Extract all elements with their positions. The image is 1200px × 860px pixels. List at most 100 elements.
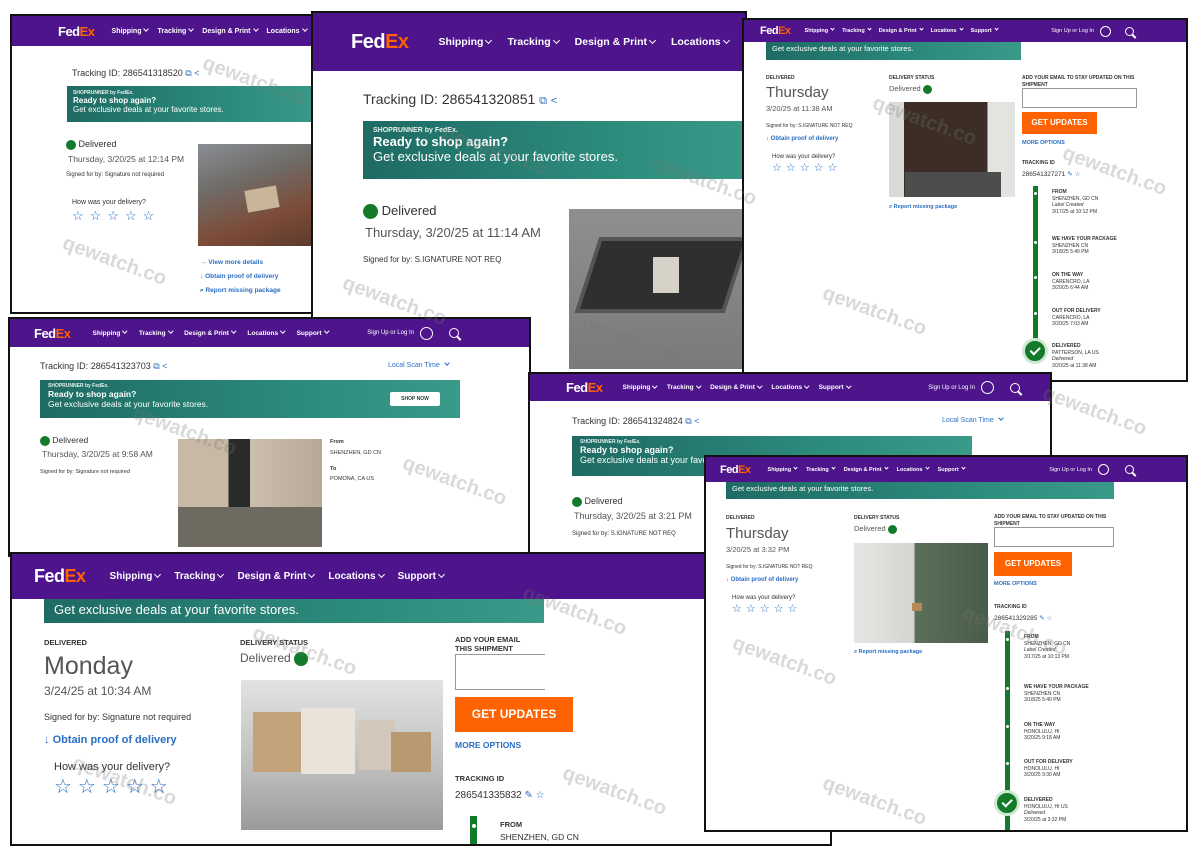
search-icon[interactable] [1010,382,1020,393]
star-icon[interactable]: ☆ [536,790,545,801]
rating-stars[interactable]: ☆☆☆☆☆ [772,161,841,174]
shoprunner-banner[interactable]: SHOPRUNNER by FedEx. Ready to shop again… [40,380,460,418]
delivery-photo[interactable] [178,439,322,547]
share-icon[interactable]: < [162,361,167,371]
copy-icon[interactable]: ⧉ [539,95,547,107]
copy-icon[interactable]: ⧉ [185,68,191,78]
local-scan-time-toggle[interactable]: Local Scan Time [942,415,1004,424]
nav-locations[interactable]: Locations [267,25,308,35]
fedex-logo[interactable]: FedEx [34,326,71,341]
more-options-link[interactable]: MORE OPTIONS [1022,140,1065,146]
nav-support[interactable]: Support [297,328,329,337]
rating-stars[interactable]: ☆☆☆☆☆ [732,602,801,615]
nav-shipping[interactable]: Shipping [110,570,162,582]
sign-in-link[interactable]: Sign Up or Log In [1051,28,1094,34]
shoprunner-banner[interactable]: SHOPRUNNER by FedEx. Ready to shop again… [363,121,745,179]
obtain-pod-link[interactable]: ↓ Obtain proof of delivery [44,734,177,746]
fedex-logo[interactable]: FedEx [720,464,751,476]
share-icon[interactable]: < [194,68,199,78]
nav-design-print[interactable]: Design & Print [710,382,763,391]
email-input[interactable] [994,527,1114,547]
nav-tracking[interactable]: Tracking [174,570,225,582]
nav-tracking[interactable]: Tracking [157,25,195,35]
delivery-photo[interactable] [241,680,443,830]
nav-tracking[interactable]: Tracking [139,328,173,337]
fedex-logo[interactable]: FedEx [760,25,791,37]
report-missing-link[interactable]: ⌕ Report missing package [854,649,922,656]
get-updates-button[interactable]: GET UPDATES [1022,112,1097,134]
nav-locations[interactable]: Locations [931,26,964,34]
nav-support[interactable]: Support [819,382,851,391]
nav-shipping[interactable]: Shipping [623,382,658,391]
report-missing-link[interactable]: ⌕ Report missing package [200,287,281,295]
edit-icon[interactable]: ✎ [1067,171,1072,178]
local-scan-time-toggle[interactable]: Local Scan Time [388,360,450,369]
nav-locations[interactable]: Locations [771,382,810,391]
shoprunner-banner[interactable]: Get exclusive deals at your favorite sto… [726,482,1114,499]
delivery-photo[interactable] [889,102,1015,197]
shoprunner-banner[interactable]: Get exclusive deals at your favorite sto… [766,42,1021,60]
nav-tracking[interactable]: Tracking [842,26,872,34]
nav-design-print[interactable]: Design & Print [202,25,259,35]
more-options-link[interactable]: MORE OPTIONS [455,740,521,750]
obtain-pod-link[interactable]: ↓ Obtain proof of delivery [726,577,798,583]
nav-support[interactable]: Support [971,26,999,34]
share-icon[interactable]: < [551,95,557,107]
nav-design-print[interactable]: Design & Print [184,328,237,337]
fedex-logo[interactable]: FedEx [351,31,409,54]
get-updates-button[interactable]: GET UPDATES [455,697,573,732]
nav-shipping[interactable]: Shipping [439,36,493,48]
shop-now-button[interactable]: SHOP NOW [390,392,440,406]
rating-stars[interactable]: ☆☆☆☆☆ [72,208,160,224]
report-missing-link[interactable]: ⌕ Report missing package [889,204,957,211]
nav-design-print[interactable]: Design & Print [237,570,316,582]
nav-locations[interactable]: Locations [671,36,730,48]
delivery-photo[interactable] [569,209,745,369]
sign-in-link[interactable]: Sign Up or Log In [928,385,975,391]
nav-shipping[interactable]: Shipping [768,464,798,473]
star-icon[interactable]: ☆ [1074,171,1080,178]
copy-icon[interactable]: ⧉ [685,416,691,426]
delivery-photo[interactable] [854,543,988,643]
more-options-link[interactable]: MORE OPTIONS [994,581,1037,587]
view-details-link[interactable]: → View more details [200,259,263,266]
nav-tracking[interactable]: Tracking [806,464,836,473]
nav-shipping[interactable]: Shipping [805,26,835,34]
nav-tracking[interactable]: Tracking [507,36,560,48]
nav-design-print[interactable]: Design & Print [879,26,924,34]
search-icon[interactable] [449,328,459,338]
edit-icon[interactable]: ✎ [525,790,533,801]
fedex-logo[interactable]: FedEx [34,566,86,587]
obtain-pod-link[interactable]: ↓ Obtain proof of delivery [766,136,838,142]
user-icon[interactable] [420,326,433,340]
shoprunner-banner[interactable]: Get exclusive deals at your favorite sto… [44,599,544,623]
email-input[interactable] [1022,88,1137,108]
search-icon[interactable] [1125,465,1134,474]
user-icon[interactable] [981,381,994,394]
nav-tracking[interactable]: Tracking [667,382,701,391]
user-icon[interactable] [1100,25,1111,37]
user-icon[interactable] [1098,464,1109,475]
nav-shipping[interactable]: Shipping [112,25,150,35]
copy-icon[interactable]: ⧉ [153,361,159,371]
obtain-pod-link[interactable]: ↓ Obtain proof of delivery [200,273,278,280]
delivery-photo[interactable] [198,144,313,246]
nav-locations[interactable]: Locations [328,570,385,582]
shoprunner-banner[interactable]: SHOPRUNNER by FedEx. Ready to shop again… [67,86,313,122]
star-icon[interactable]: ☆ [1046,615,1052,622]
nav-support[interactable]: Support [398,570,445,582]
nav-locations[interactable]: Locations [247,328,286,337]
sign-in-link[interactable]: Sign Up or Log In [1049,467,1092,473]
search-icon[interactable] [1125,26,1134,36]
nav-design-print[interactable]: Design & Print [575,36,657,48]
share-icon[interactable]: < [694,416,699,426]
edit-icon[interactable]: ✎ [1039,615,1044,622]
nav-support[interactable]: Support [938,464,966,473]
email-input[interactable] [455,654,545,690]
get-updates-button[interactable]: GET UPDATES [994,552,1072,576]
sign-in-link[interactable]: Sign Up or Log In [367,330,414,336]
fedex-logo[interactable]: FedEx [58,24,95,39]
nav-design-print[interactable]: Design & Print [844,464,889,473]
fedex-logo[interactable]: FedEx [566,380,603,395]
nav-shipping[interactable]: Shipping [93,328,128,337]
